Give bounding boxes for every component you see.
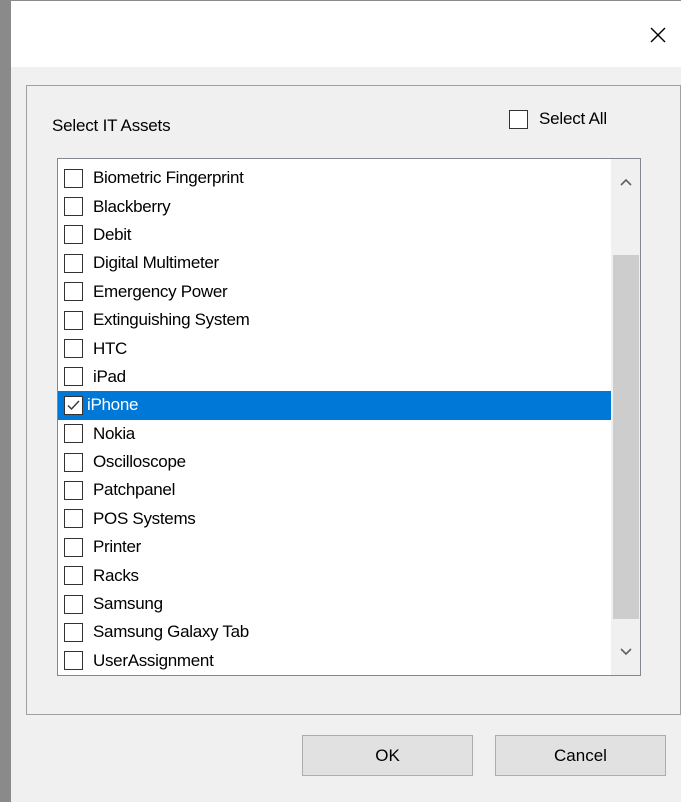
item-label: Racks xyxy=(93,565,139,585)
item-checkbox[interactable] xyxy=(64,395,83,415)
close-button[interactable] xyxy=(635,15,681,55)
cancel-button[interactable]: Cancel xyxy=(495,735,666,776)
list-item[interactable]: Digital Multimeter xyxy=(58,249,611,277)
window-left-edge xyxy=(0,0,11,802)
list-item[interactable]: Biometric Fingerprint xyxy=(58,164,611,192)
ok-button[interactable]: OK xyxy=(302,735,473,776)
item-label: POS Systems xyxy=(93,508,196,528)
item-checkbox[interactable] xyxy=(64,225,83,245)
item-label: Samsung Galaxy Tab xyxy=(93,622,249,642)
select-all-label: Select All xyxy=(539,109,607,128)
item-label: Debit xyxy=(93,224,132,244)
scroll-thumb[interactable] xyxy=(613,255,639,619)
item-checkbox[interactable] xyxy=(64,509,83,529)
item-label: UserAssignment xyxy=(93,650,214,670)
list-item[interactable]: Patchpanel xyxy=(58,476,611,504)
item-checkbox[interactable] xyxy=(64,622,83,642)
item-label: Oscilloscope xyxy=(93,452,186,472)
item-checkbox[interactable] xyxy=(64,424,83,444)
chevron-up-icon xyxy=(619,178,632,186)
item-checkbox[interactable] xyxy=(64,537,83,557)
item-label: Printer xyxy=(93,537,141,557)
item-label: Patchpanel xyxy=(93,480,176,500)
item-checkbox[interactable] xyxy=(64,452,83,472)
item-checkbox[interactable] xyxy=(64,651,83,671)
item-checkbox[interactable] xyxy=(64,594,83,614)
list-item[interactable]: Blackberry xyxy=(58,192,611,220)
list-item[interactable]: Debit xyxy=(58,221,611,249)
item-checkbox[interactable] xyxy=(64,253,83,273)
list-item[interactable]: Samsung xyxy=(58,590,611,618)
item-checkbox[interactable] xyxy=(64,197,83,217)
item-label: Blackberry xyxy=(93,196,171,216)
item-checkbox[interactable] xyxy=(64,310,83,330)
list-item[interactable]: UserAssignment xyxy=(58,647,611,675)
checkmark-icon xyxy=(67,400,80,410)
chevron-down-icon xyxy=(619,648,632,656)
list-item[interactable]: Nokia xyxy=(58,420,611,448)
item-label: Digital Multimeter xyxy=(93,253,219,273)
list-item[interactable]: Racks xyxy=(58,561,611,589)
list-item[interactable]: iPhone xyxy=(58,391,611,420)
item-label: Biometric Fingerprint xyxy=(93,168,244,188)
item-label: HTC xyxy=(93,338,128,358)
list-item[interactable]: POS Systems xyxy=(58,505,611,533)
scroll-up-button[interactable] xyxy=(611,167,640,197)
list-item[interactable]: Oscilloscope xyxy=(58,448,611,476)
item-checkbox[interactable] xyxy=(64,367,83,387)
item-checkbox[interactable] xyxy=(64,282,83,302)
list-item[interactable]: iPad xyxy=(58,363,611,391)
item-label: Samsung xyxy=(93,594,163,614)
item-checkbox[interactable] xyxy=(64,480,83,500)
vertical-scrollbar[interactable] xyxy=(611,159,640,675)
select-all-checkbox[interactable]: Select All xyxy=(509,109,607,129)
list-item[interactable]: Emergency Power xyxy=(58,278,611,306)
list-items: Biometric Fingerprint Blackberry Debit Digi… xyxy=(58,164,611,675)
item-label: Emergency Power xyxy=(93,281,228,301)
item-checkbox[interactable] xyxy=(64,339,83,359)
dialog-heading: Select IT Assets xyxy=(52,116,171,135)
item-label: iPad xyxy=(93,366,126,386)
item-label: Nokia xyxy=(93,423,135,443)
assets-checked-listbox[interactable]: Biometric Fingerprint Blackberry Debit Digi… xyxy=(57,158,641,676)
item-label: iPhone xyxy=(87,395,139,415)
list-item[interactable]: Extinguishing System xyxy=(58,306,611,334)
item-checkbox[interactable] xyxy=(64,566,83,586)
list-item[interactable]: Samsung Galaxy Tab xyxy=(58,618,611,646)
close-icon xyxy=(650,27,666,43)
item-checkbox[interactable] xyxy=(64,168,83,188)
title-bar xyxy=(11,0,681,67)
scroll-down-button[interactable] xyxy=(611,637,640,667)
list-item[interactable]: HTC xyxy=(58,334,611,362)
item-label: Extinguishing System xyxy=(93,310,250,330)
list-item[interactable]: Printer xyxy=(58,533,611,561)
select-all-box[interactable] xyxy=(509,109,528,129)
